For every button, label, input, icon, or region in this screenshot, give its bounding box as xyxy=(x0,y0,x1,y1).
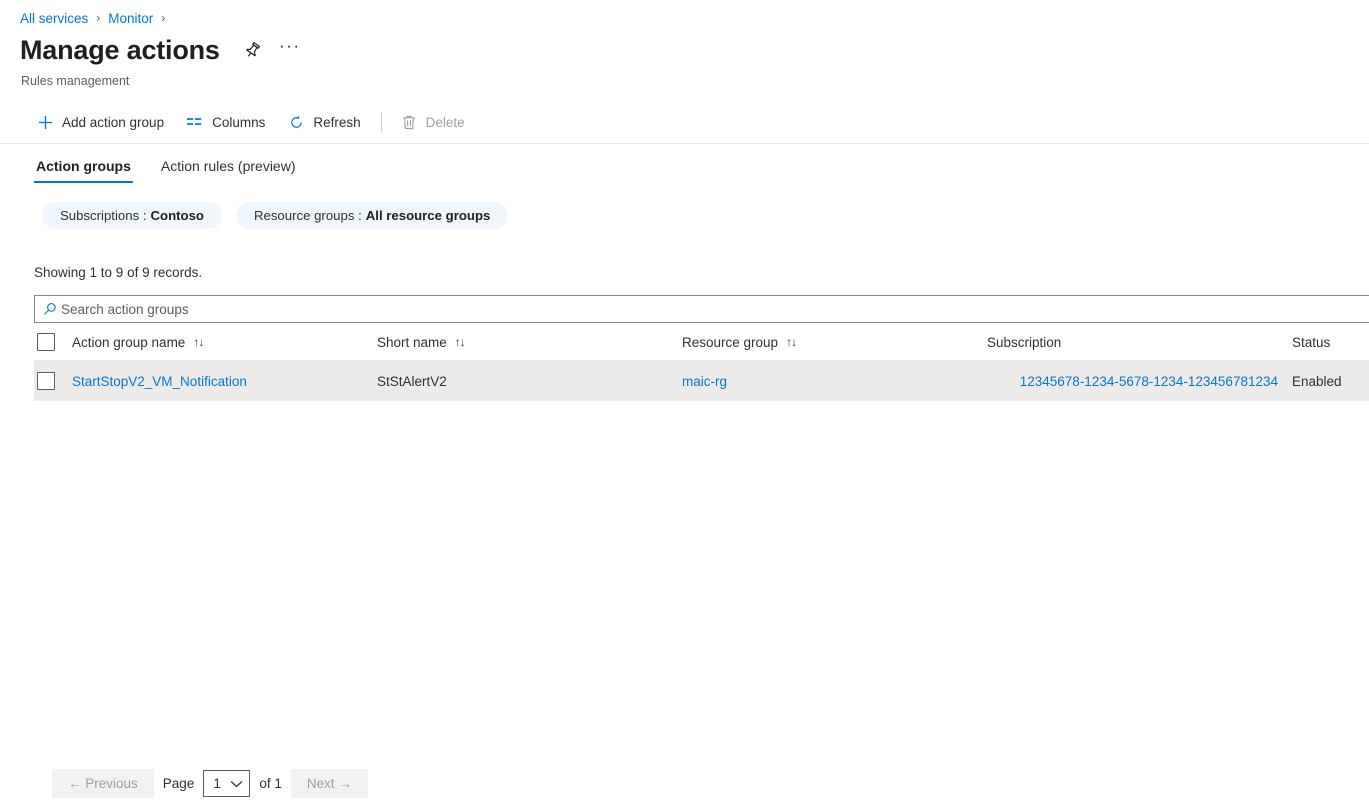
select-all-checkbox[interactable] xyxy=(37,333,55,351)
more-options-icon[interactable]: ··· xyxy=(276,36,304,64)
column-header-action-group-name[interactable]: Action group name ↑↓ xyxy=(72,335,377,350)
columns-button[interactable]: Columns xyxy=(178,107,273,137)
action-group-name-link[interactable]: StartStopV2_VM_Notification xyxy=(72,374,247,389)
breadcrumb-item-monitor[interactable]: Monitor xyxy=(108,11,153,26)
cell-short-name: StStAlertV2 xyxy=(377,374,682,389)
add-action-group-label: Add action group xyxy=(62,115,164,130)
refresh-button[interactable]: Refresh xyxy=(279,107,368,137)
next-page-button[interactable]: Next → xyxy=(291,769,368,798)
filter-pill-resource-groups[interactable]: Resource groups : All resource groups xyxy=(236,202,508,229)
filter-pill-resource-groups-value: All resource groups xyxy=(366,208,491,223)
command-bar: Add action group Columns Refresh xyxy=(28,106,479,138)
table-header-row: Action group name ↑↓ Short name ↑↓ Resou… xyxy=(34,324,1369,361)
page-header: Manage actions ··· xyxy=(20,33,304,67)
add-action-group-button[interactable]: Add action group xyxy=(28,107,172,137)
pagination: ← Previous Page 1 of 1 Next → xyxy=(52,769,368,798)
delete-button[interactable]: Delete xyxy=(392,107,473,137)
page-subtitle: Rules management xyxy=(21,74,129,88)
page-number-value: 1 xyxy=(204,776,221,791)
search-input[interactable] xyxy=(61,297,1369,321)
cell-action-group-name: StartStopV2_VM_Notification xyxy=(72,374,377,389)
tab-action-groups[interactable]: Action groups xyxy=(34,158,133,183)
columns-icon xyxy=(186,113,204,131)
column-header-subscription[interactable]: Subscription xyxy=(987,335,1292,350)
breadcrumb-separator-icon: › xyxy=(96,12,100,24)
breadcrumb-item-all-services[interactable]: All services xyxy=(20,11,88,26)
filter-pill-subscriptions-label: Subscriptions : xyxy=(60,208,147,223)
page-title: Manage actions xyxy=(20,33,220,67)
filter-pills: Subscriptions : Contoso Resource groups … xyxy=(42,202,522,229)
search-icon xyxy=(35,302,61,316)
refresh-label: Refresh xyxy=(313,115,360,130)
trash-icon xyxy=(400,113,418,131)
resource-group-link[interactable]: maic-rg xyxy=(682,374,727,389)
pin-icon[interactable] xyxy=(238,35,268,65)
sort-arrows-icon: ↑↓ xyxy=(455,336,465,348)
column-header-status[interactable]: Status xyxy=(1292,335,1369,350)
column-header-resource-group-label: Resource group xyxy=(682,335,778,350)
search-action-groups-box[interactable] xyxy=(34,295,1369,323)
row-select-cell xyxy=(34,372,72,390)
column-header-subscription-label: Subscription xyxy=(987,335,1061,350)
page-number-select[interactable]: 1 xyxy=(203,770,250,797)
chevron-down-icon xyxy=(230,780,243,788)
plus-icon xyxy=(36,113,54,131)
table-row[interactable]: StartStopV2_VM_Notification StStAlertV2 … xyxy=(34,361,1369,401)
previous-page-button[interactable]: ← Previous xyxy=(52,769,154,798)
refresh-icon xyxy=(287,113,305,131)
breadcrumb: All services › Monitor › xyxy=(20,8,173,28)
subscription-link[interactable]: 12345678-1234-5678-1234-123456781234 xyxy=(987,374,1292,389)
cell-subscription: 12345678-1234-5678-1234-123456781234 xyxy=(987,374,1292,389)
tab-action-rules-preview[interactable]: Action rules (preview) xyxy=(159,158,298,183)
tab-list: Action groups Action rules (preview) xyxy=(34,150,324,183)
cell-status: Enabled xyxy=(1292,374,1369,389)
columns-label: Columns xyxy=(212,115,265,130)
cell-resource-group: maic-rg xyxy=(682,374,987,389)
command-bar-divider xyxy=(0,143,1369,144)
action-groups-table: Action group name ↑↓ Short name ↑↓ Resou… xyxy=(34,324,1369,401)
toolbar-divider xyxy=(381,112,382,132)
row-checkbox[interactable] xyxy=(37,372,55,390)
filter-pill-subscriptions[interactable]: Subscriptions : Contoso xyxy=(42,202,222,229)
records-count-text: Showing 1 to 9 of 9 records. xyxy=(34,265,202,280)
column-header-short-name[interactable]: Short name ↑↓ xyxy=(377,335,682,350)
breadcrumb-separator-icon: › xyxy=(161,12,165,24)
sort-arrows-icon: ↑↓ xyxy=(193,336,203,348)
column-header-status-label: Status xyxy=(1292,335,1330,350)
page-total-label: of 1 xyxy=(259,776,282,791)
delete-label: Delete xyxy=(426,115,465,130)
select-all-cell xyxy=(34,333,72,351)
column-header-resource-group[interactable]: Resource group ↑↓ xyxy=(682,335,987,350)
filter-pill-subscriptions-value: Contoso xyxy=(151,208,204,223)
column-header-action-group-name-label: Action group name xyxy=(72,335,185,350)
sort-arrows-icon: ↑↓ xyxy=(786,336,796,348)
column-header-short-name-label: Short name xyxy=(377,335,447,350)
filter-pill-resource-groups-label: Resource groups : xyxy=(254,208,362,223)
page-label: Page xyxy=(163,776,195,791)
